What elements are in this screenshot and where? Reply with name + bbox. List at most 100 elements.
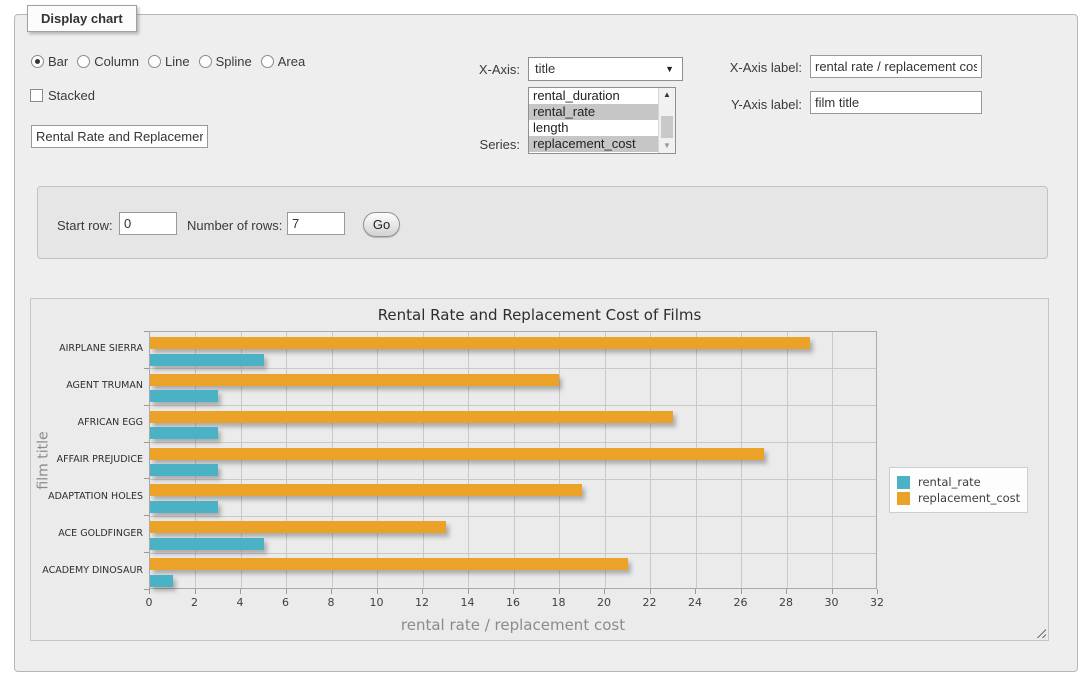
y-tick-mark	[144, 478, 149, 479]
radio-icon	[148, 55, 161, 68]
category-label: AIRPLANE SIERRA	[31, 343, 143, 355]
y-tick-mark	[144, 552, 149, 553]
start-row-input[interactable]	[119, 212, 177, 235]
x-tick-label: 6	[266, 596, 306, 609]
chart-type-radio-line[interactable]: Line	[148, 54, 190, 69]
legend-entry-rental_rate: rental_rate	[897, 475, 1020, 489]
x-tick-label: 16	[493, 596, 533, 609]
gridline	[150, 553, 876, 554]
x-tick-mark	[149, 589, 150, 594]
chart-title: Rental Rate and Replacement Cost of Film…	[31, 306, 1048, 324]
x-tick-mark	[559, 589, 560, 594]
chart-type-radio-label: Area	[278, 54, 305, 69]
y-tick-mark	[144, 405, 149, 406]
scroll-down-icon[interactable]: ▼	[659, 139, 675, 153]
x-tick-label: 2	[175, 596, 215, 609]
x-tick-label: 22	[630, 596, 670, 609]
x-tick-mark	[377, 589, 378, 594]
x-axis-label-label: X-Axis label:	[710, 60, 802, 75]
chart-x-axis-title: rental rate / replacement cost	[313, 616, 713, 634]
x-axis-select-label: X-Axis:	[420, 62, 520, 77]
series-list-scrollbar[interactable]: ▲ ▼	[658, 88, 675, 153]
category-label: AFFAIR PREJUDICE	[31, 454, 143, 466]
chevron-down-icon: ▼	[665, 64, 674, 75]
fieldset-legend: Display chart	[27, 5, 137, 32]
x-tick-mark	[195, 589, 196, 594]
stacked-checkbox[interactable]	[30, 89, 43, 102]
x-axis-label-input[interactable]	[810, 55, 982, 78]
series-option-rental_duration[interactable]: rental_duration	[529, 88, 658, 104]
gridline	[377, 332, 378, 588]
x-tick-mark	[513, 589, 514, 594]
chart-bar-replacement_cost	[150, 411, 673, 423]
scroll-up-icon[interactable]: ▲	[659, 88, 675, 102]
chart-bar-rental_rate	[150, 427, 218, 439]
legend-swatch	[897, 476, 910, 489]
x-tick-mark	[650, 589, 651, 594]
gridline	[787, 332, 788, 588]
chart-type-radio-bar[interactable]: Bar	[31, 54, 68, 69]
chart-canvas: Rental Rate and Replacement Cost of Film…	[30, 298, 1049, 641]
chart-type-radio-column[interactable]: Column	[77, 54, 139, 69]
y-tick-mark	[144, 515, 149, 516]
stacked-checkbox-row[interactable]: Stacked	[30, 88, 95, 103]
chart-type-radio-group: Bar Column Line Spline Area	[31, 54, 305, 69]
x-tick-label: 24	[675, 596, 715, 609]
chart-type-radio-area[interactable]: Area	[261, 54, 305, 69]
go-button[interactable]: Go	[363, 212, 400, 237]
series-multiselect[interactable]: rental_durationrental_ratelengthreplacem…	[528, 87, 676, 154]
x-tick-mark	[786, 589, 787, 594]
x-tick-label: 4	[220, 596, 260, 609]
y-axis-label-label: Y-Axis label:	[710, 97, 802, 112]
series-option-replacement_cost[interactable]: replacement_cost	[529, 136, 658, 152]
y-axis-label-input[interactable]	[810, 91, 982, 114]
chart-resize-handle[interactable]	[1034, 626, 1046, 638]
y-tick-mark	[144, 331, 149, 332]
x-tick-label: 28	[766, 596, 806, 609]
x-tick-mark	[240, 589, 241, 594]
chart-bar-replacement_cost	[150, 521, 446, 533]
x-axis-select[interactable]: title ▼	[528, 57, 683, 81]
chart-type-radio-spline[interactable]: Spline	[199, 54, 252, 69]
number-of-rows-input[interactable]	[287, 212, 345, 235]
category-label: ACADEMY DINOSAUR	[31, 565, 143, 577]
gridline	[696, 332, 697, 588]
chart-bar-rental_rate	[150, 575, 173, 587]
x-axis-selected-value: title	[535, 61, 555, 76]
x-tick-label: 32	[857, 596, 897, 609]
x-tick-mark	[468, 589, 469, 594]
gridline	[741, 332, 742, 588]
x-tick-label: 26	[721, 596, 761, 609]
x-tick-label: 20	[584, 596, 624, 609]
x-tick-label: 10	[357, 596, 397, 609]
scrollbar-thumb[interactable]	[661, 116, 673, 138]
gridline	[423, 332, 424, 588]
chart-bar-replacement_cost	[150, 337, 810, 349]
chart-bar-replacement_cost	[150, 484, 582, 496]
chart-bar-rental_rate	[150, 538, 264, 550]
stacked-label: Stacked	[48, 88, 95, 103]
legend-swatch	[897, 492, 910, 505]
radio-icon	[31, 55, 44, 68]
chart-bar-rental_rate	[150, 354, 264, 366]
chart-title-input[interactable]	[31, 125, 208, 148]
series-option-rental_rate[interactable]: rental_rate	[529, 104, 658, 120]
gridline	[468, 332, 469, 588]
gridline	[605, 332, 606, 588]
category-label: ACE GOLDFINGER	[31, 528, 143, 540]
radio-icon	[261, 55, 274, 68]
x-tick-label: 30	[812, 596, 852, 609]
legend-label: replacement_cost	[918, 491, 1020, 505]
x-tick-mark	[877, 589, 878, 594]
x-tick-label: 8	[311, 596, 351, 609]
gridline	[150, 405, 876, 406]
series-option-length[interactable]: length	[529, 120, 658, 136]
category-label: ADAPTATION HOLES	[31, 491, 143, 503]
chart-bar-rental_rate	[150, 390, 218, 402]
radio-icon	[199, 55, 212, 68]
gridline	[332, 332, 333, 588]
legend-label: rental_rate	[918, 475, 981, 489]
chart-bar-rental_rate	[150, 464, 218, 476]
series-options: rental_durationrental_ratelengthreplacem…	[529, 88, 675, 152]
gridline	[559, 332, 560, 588]
